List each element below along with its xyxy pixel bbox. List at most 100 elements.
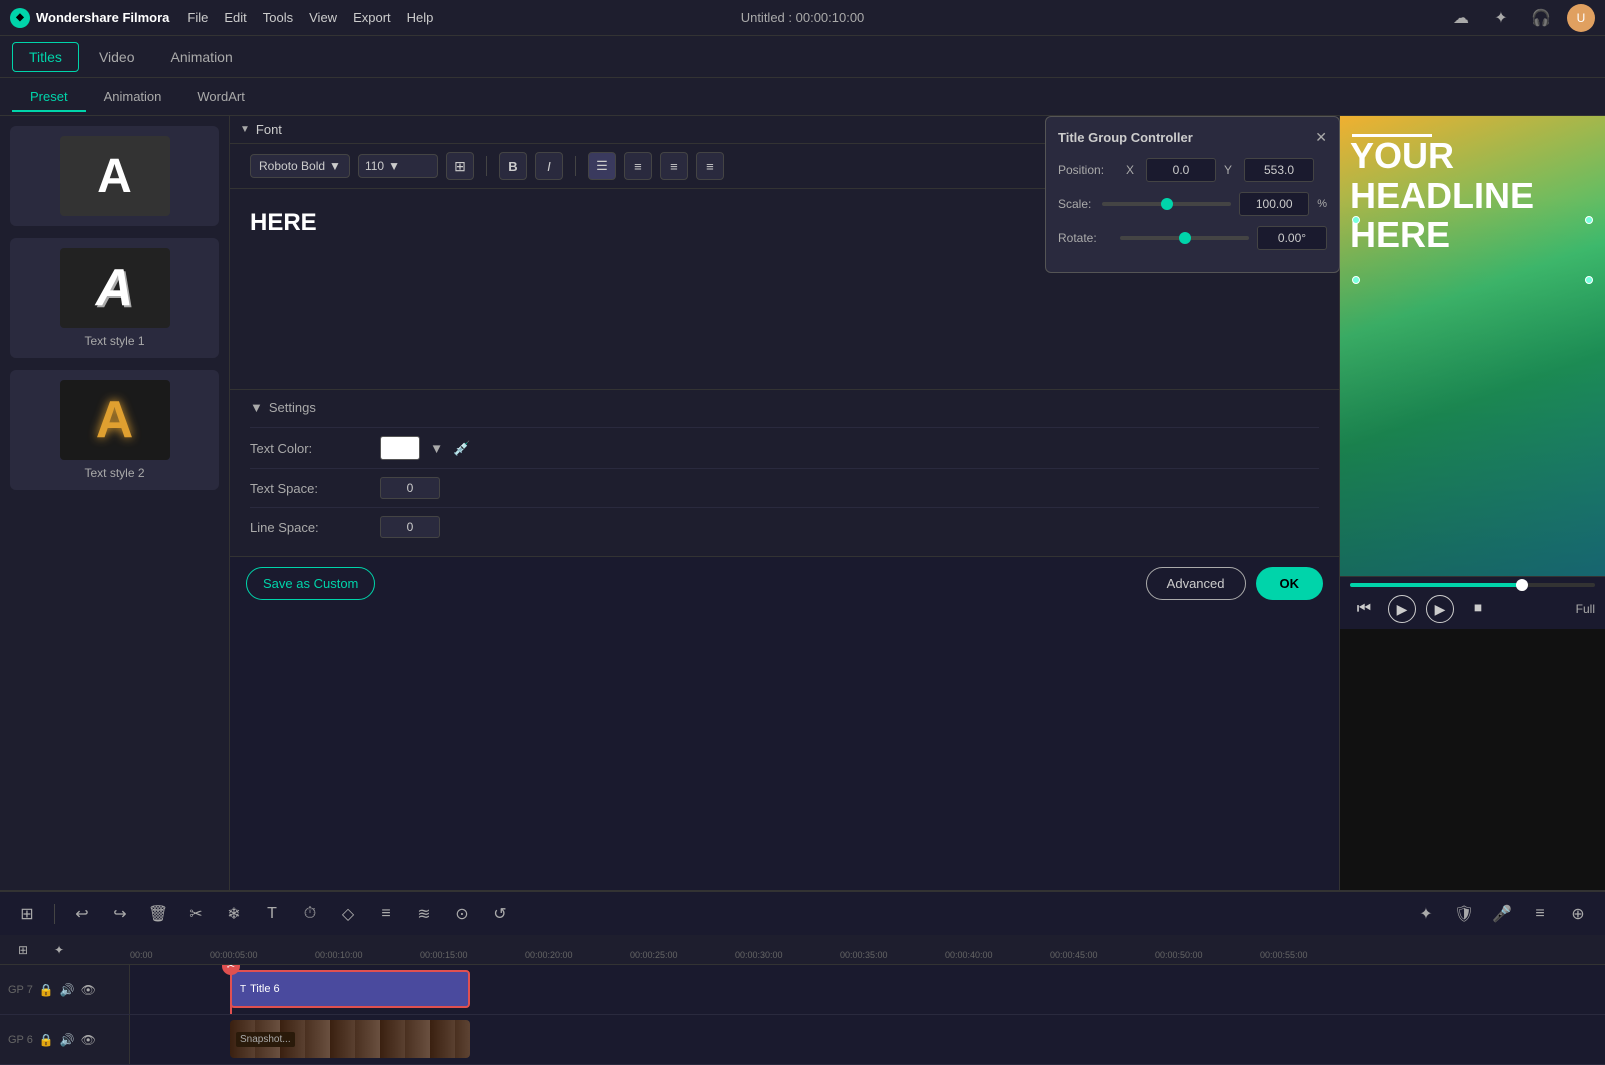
playhead[interactable]: ✂ (230, 965, 232, 1014)
settings-header[interactable]: ▼ Settings (250, 400, 1319, 415)
handle-mid-right[interactable] (1585, 276, 1593, 284)
playback-bar: ⏮ ▶ ▶ ⏹ Full (1340, 576, 1605, 629)
tool-cut-btn[interactable]: ✂ (181, 899, 211, 929)
track-7-lock-icon[interactable]: 🔒 (39, 983, 54, 997)
tool-text-btn[interactable]: T (257, 899, 287, 929)
step-back-btn[interactable]: ⏮ (1350, 595, 1378, 623)
italic-btn[interactable]: I (535, 152, 563, 180)
handle-top-left[interactable] (1352, 216, 1360, 224)
tool-redo-btn[interactable]: ↪ (105, 899, 135, 929)
menu-file[interactable]: File (187, 10, 208, 25)
scale-input[interactable] (1239, 192, 1309, 216)
font-size-select[interactable]: 110 ▼ (358, 154, 438, 178)
preview-line-1: YOUR (1350, 136, 1595, 176)
menu-export[interactable]: Export (353, 10, 391, 25)
tab-titles[interactable]: Titles (12, 42, 79, 72)
line-space-input[interactable] (380, 516, 440, 538)
align-center-btn[interactable]: ≡ (624, 152, 652, 180)
track-6-lock-icon[interactable]: 🔒 (39, 1033, 54, 1047)
settings-icon[interactable]: ✦ (1487, 4, 1515, 32)
text-columns-btn[interactable]: ⊞ (446, 152, 474, 180)
track-7-content[interactable]: T Title 6 ✂ (130, 965, 1605, 1014)
ruler-mark-6: 00:00:30:00 (735, 950, 783, 960)
tool-delete-btn[interactable]: 🗑 (143, 899, 173, 929)
save-custom-button[interactable]: Save as Custom (246, 567, 375, 600)
font-select-arrow: ▼ (329, 159, 341, 173)
tool-plus-btn[interactable]: ⊕ (1563, 899, 1593, 929)
color-dropdown-btn[interactable]: ▼ (430, 441, 443, 456)
headphones-icon[interactable]: 🎧 (1527, 4, 1555, 32)
tool-rotate-btn[interactable]: ↺ (485, 899, 515, 929)
menu-help[interactable]: Help (407, 10, 434, 25)
tab-video[interactable]: Video (83, 43, 151, 71)
align-left-btn[interactable]: ☰ (588, 152, 616, 180)
list-item[interactable]: A Text style 2 (10, 370, 219, 490)
tool-grid-btn[interactable]: ⊞ (12, 899, 42, 929)
position-label: Position: (1058, 163, 1118, 177)
align-justify-btn[interactable]: ≡ (696, 152, 724, 180)
tool-undo-btn[interactable]: ↩ (67, 899, 97, 929)
ruler-mark-0: 00:00 (130, 950, 153, 960)
stop-btn[interactable]: ⏹ (1464, 595, 1492, 623)
ok-button[interactable]: OK (1256, 567, 1324, 600)
play-pause-btn[interactable]: ▶ (1388, 595, 1416, 623)
cloud-icon[interactable]: ☁ (1447, 4, 1475, 32)
tool-target-btn[interactable]: ⊙ (447, 899, 477, 929)
progress-track[interactable] (1350, 583, 1595, 587)
x-input[interactable] (1146, 158, 1216, 182)
track-7-speaker-icon[interactable]: 🔊 (60, 983, 75, 997)
editor-bottom: Save as Custom Advanced OK (230, 556, 1339, 610)
table-row: GP 7 🔒 🔊 👁 T Title 6 ✂ (0, 965, 1605, 1015)
snap-btn[interactable]: ✦ (44, 935, 74, 965)
menu-edit[interactable]: Edit (224, 10, 246, 25)
app-name: Wondershare Filmora (36, 10, 169, 25)
tool-shield-btn[interactable]: 🛡 (1449, 899, 1479, 929)
handle-mid-left[interactable] (1352, 276, 1360, 284)
list-item[interactable]: A (10, 126, 219, 226)
tool-mic-btn[interactable]: 🎤 (1487, 899, 1517, 929)
controller-close-button[interactable]: ✕ (1315, 129, 1327, 146)
tool-freeze-btn[interactable]: ❄ (219, 899, 249, 929)
y-label: Y (1224, 163, 1236, 177)
text-space-input[interactable] (380, 477, 440, 499)
advanced-button[interactable]: Advanced (1146, 567, 1246, 600)
track-6-eye-icon[interactable]: 👁 (81, 1033, 96, 1047)
bold-btn[interactable]: B (499, 152, 527, 180)
sub-tab-wordart[interactable]: WordArt (179, 81, 262, 112)
sub-tab-preset[interactable]: Preset (12, 81, 86, 112)
handle-top-right[interactable] (1585, 216, 1593, 224)
tool-list-btn[interactable]: ≡ (1525, 899, 1555, 929)
text-color-box[interactable] (380, 436, 420, 460)
video-clip[interactable]: Snapshot... (230, 1020, 470, 1058)
font-family-select[interactable]: Roboto Bold ▼ (250, 154, 350, 178)
progress-thumb[interactable] (1516, 579, 1528, 591)
app-logo-icon: ◆ (10, 8, 30, 28)
settings-section: ▼ Settings Text Color: ▼ 💉 Text Space: L… (230, 389, 1339, 556)
sub-tab-animation[interactable]: Animation (86, 81, 180, 112)
play-btn[interactable]: ▶ (1426, 595, 1454, 623)
add-track-btn[interactable]: ⊞ (8, 935, 38, 965)
rotate-slider[interactable] (1120, 236, 1249, 240)
track-6-speaker-icon[interactable]: 🔊 (60, 1033, 75, 1047)
tool-star-btn[interactable]: ✦ (1411, 899, 1441, 929)
align-right-btn[interactable]: ≡ (660, 152, 688, 180)
track-6-content[interactable]: Snapshot... (130, 1015, 1605, 1064)
user-avatar[interactable]: U (1567, 4, 1595, 32)
list-item[interactable]: A Text style 1 (10, 238, 219, 358)
scale-slider[interactable] (1102, 202, 1231, 206)
eyedropper-btn[interactable]: 💉 (453, 440, 470, 457)
tab-animation[interactable]: Animation (155, 43, 249, 71)
text-style-preview-2: A (60, 380, 170, 460)
text-space-row: Text Space: (250, 468, 1319, 507)
tool-timer-btn[interactable]: ⏱ (295, 899, 325, 929)
rotate-input[interactable] (1257, 226, 1327, 250)
y-input[interactable] (1244, 158, 1314, 182)
menu-tools[interactable]: Tools (263, 10, 293, 25)
track-7-eye-icon[interactable]: 👁 (81, 983, 96, 997)
tool-lines-btn[interactable]: ≡ (371, 899, 401, 929)
tool-diamond-btn[interactable]: ◇ (333, 899, 363, 929)
tool-wave-btn[interactable]: ≋ (409, 899, 439, 929)
title-clip[interactable]: T Title 6 (230, 970, 470, 1008)
fullscreen-btn[interactable]: Full (1576, 602, 1595, 616)
menu-view[interactable]: View (309, 10, 337, 25)
